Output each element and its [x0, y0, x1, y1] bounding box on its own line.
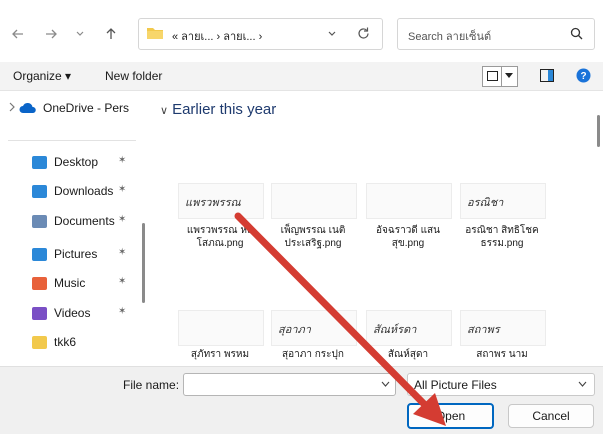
file-name[interactable]: สัณห์สุดา — [360, 348, 456, 361]
svg-text:?: ? — [580, 71, 586, 82]
pin-icon: ✶ — [118, 214, 127, 225]
sidebar-item-label: Pictures — [54, 247, 98, 261]
chevron-down-icon — [578, 381, 587, 387]
pin-icon: ✶ — [118, 306, 127, 317]
search-box[interactable]: Search ลายเซ็นต์ — [397, 18, 595, 50]
file-thumbnail[interactable] — [178, 310, 264, 346]
filename-input[interactable] — [183, 373, 396, 396]
scrollbar[interactable] — [597, 115, 600, 147]
file-type-select[interactable]: All Picture Files — [407, 373, 595, 396]
sidebar-item-videos[interactable]: Videos — [32, 303, 90, 323]
folder-icon — [32, 155, 47, 169]
sidebar-item-label: Documents — [54, 214, 115, 228]
arrow-right-icon — [46, 29, 57, 39]
file-name[interactable]: สุภัทรา พรหม — [172, 348, 268, 361]
organize-button[interactable]: Organize ▾ — [13, 69, 71, 83]
pin-icon: ✶ — [118, 247, 127, 258]
file-thumbnail[interactable]: อรณิชา — [460, 183, 546, 219]
folder-icon — [32, 335, 47, 349]
file-thumbnail[interactable] — [271, 183, 357, 219]
view-options-button[interactable] — [482, 66, 518, 87]
signature-image: สัณห์รดา — [373, 323, 417, 336]
chevron-down-icon[interactable] — [381, 381, 390, 388]
up-button[interactable] — [99, 22, 123, 46]
sidebar-item-desktop[interactable]: Desktop — [32, 152, 98, 172]
sidebar-item-downloads[interactable]: Downloads — [32, 181, 113, 201]
sidebar-item-onedrive[interactable]: OneDrive - Pers — [19, 98, 129, 118]
dialog-footer: File name: All Picture Files Open Cancel — [0, 366, 603, 434]
help-icon[interactable]: ? — [576, 68, 591, 83]
open-button[interactable]: Open — [407, 403, 494, 429]
signature-image: สถาพร — [467, 323, 500, 336]
chevron-down-icon — [76, 31, 84, 36]
file-thumbnail[interactable]: แพรวพรรณ — [178, 183, 264, 219]
sidebar-item-music[interactable]: Music — [32, 273, 85, 293]
signature-image: อรณิชา — [467, 196, 504, 209]
file-thumbnail[interactable]: สัณห์รดา — [366, 310, 452, 346]
file-name[interactable]: สุอาภา กระปุก — [265, 348, 361, 361]
chevron-down-icon[interactable] — [327, 29, 337, 39]
file-name[interactable]: อรณิชา สิทธิโชค ธรรม.png — [454, 224, 550, 250]
preview-pane-icon[interactable] — [540, 69, 554, 82]
cloud-icon — [19, 102, 36, 113]
file-name[interactable]: อัจฉราวดี แสน สุข.png — [360, 224, 456, 250]
arrow-up-icon — [106, 28, 116, 39]
search-input[interactable]: Search ลายเซ็นต์ — [408, 27, 491, 45]
folder-icon — [147, 28, 163, 39]
cancel-button[interactable]: Cancel — [508, 404, 594, 428]
sidebar-item-label: Desktop — [54, 155, 99, 169]
sidebar-item-documents[interactable]: Documents — [32, 211, 115, 231]
file-name[interactable]: แพรวพรรณ หลิ โสภณ.png — [172, 224, 268, 250]
folder-icon — [32, 306, 47, 320]
navigation-pane: OneDrive - Pers Desktop ✶ Downloads ✶ Docume… — [0, 91, 150, 365]
pin-icon: ✶ — [118, 155, 127, 166]
new-folder-button[interactable]: New folder — [105, 69, 162, 83]
sidebar-item-label: Videos — [54, 306, 91, 320]
sidebar-item-label: Music — [54, 276, 86, 290]
signature-image: สุอาภา — [278, 323, 311, 336]
view-icon — [487, 71, 498, 81]
scrollbar[interactable] — [142, 223, 145, 303]
sidebar-item-label: Downloads — [54, 184, 114, 198]
forward-button[interactable] — [39, 22, 63, 46]
arrow-left-icon — [12, 29, 23, 39]
command-bar: Organize ▾ New folder ? — [0, 62, 603, 91]
file-thumbnail[interactable] — [366, 183, 452, 219]
sidebar-item-label: tkk6 — [54, 335, 77, 349]
filename-label: File name: — [123, 378, 180, 392]
divider — [8, 140, 136, 141]
search-icon[interactable] — [570, 27, 583, 40]
folder-icon — [32, 247, 47, 261]
sidebar-item-label: OneDrive - Pers — [43, 101, 130, 115]
caret-down-icon — [505, 73, 513, 78]
sidebar-item-tkk6[interactable]: tkk6 — [32, 332, 76, 352]
breadcrumb[interactable]: « ลายเ... › ลายเ... › — [172, 27, 262, 45]
signature-image: แพรวพรรณ — [185, 196, 241, 209]
folder-icon — [32, 276, 47, 290]
recent-locations-button[interactable] — [68, 22, 92, 46]
folder-icon — [32, 184, 47, 198]
folder-icon — [32, 214, 47, 228]
chevron-right-icon[interactable] — [8, 102, 16, 112]
pin-icon: ✶ — [118, 276, 127, 287]
file-thumbnail[interactable]: สุอาภา — [271, 310, 357, 346]
sidebar-item-pictures[interactable]: Pictures — [32, 244, 97, 264]
file-thumbnail[interactable]: สถาพร — [460, 310, 546, 346]
refresh-icon[interactable] — [356, 26, 371, 41]
group-header-label: Earlier this year — [172, 101, 277, 118]
address-bar[interactable]: « ลายเ... › ลายเ... › — [138, 18, 383, 50]
back-button[interactable] — [6, 22, 30, 46]
file-name[interactable]: เพ็ญพรรณ เนติ ประเสริฐ.png — [265, 224, 361, 250]
pin-icon: ✶ — [118, 184, 127, 195]
file-name[interactable]: สถาพร นาม — [454, 348, 550, 361]
group-header[interactable]: ∨ Earlier this year — [160, 101, 276, 118]
